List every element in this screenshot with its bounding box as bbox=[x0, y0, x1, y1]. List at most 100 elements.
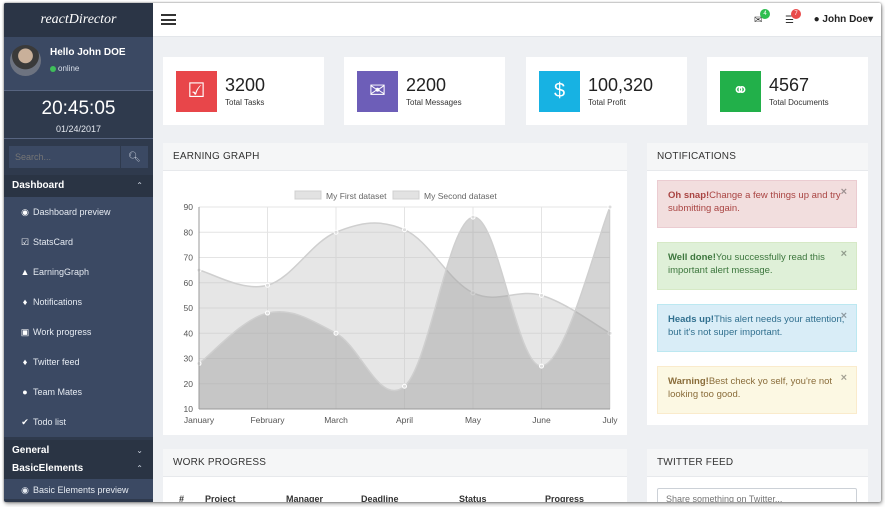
alert-info: Heads up!This alert needs your attention… bbox=[657, 304, 857, 352]
sidebar-item-label: StatsCard bbox=[33, 237, 74, 247]
x-tick-label: March bbox=[324, 415, 348, 425]
menu-toggle-icon[interactable] bbox=[161, 14, 176, 25]
user-panel: Hello John DOE online bbox=[4, 37, 153, 90]
close-icon[interactable]: × bbox=[841, 372, 847, 385]
y-tick-label: 20 bbox=[184, 379, 194, 389]
y-tick-label: 30 bbox=[184, 354, 194, 364]
sidebar-item-todo-list[interactable]: ✔ Todo list bbox=[4, 407, 153, 437]
tasks-button[interactable]: ☰ 7 bbox=[785, 9, 801, 26]
data-point bbox=[265, 310, 270, 316]
column-header[interactable]: Deadline bbox=[361, 494, 399, 502]
app-window: reactDirector Hello John DOE online 20:4… bbox=[4, 3, 881, 502]
online-dot-icon bbox=[50, 66, 56, 72]
alert-danger: Oh snap!Change a few things up and try s… bbox=[657, 180, 857, 228]
sidebar-item-dashboard-preview[interactable]: ◉ Dashboard preview bbox=[4, 197, 153, 227]
search-input[interactable] bbox=[9, 146, 120, 168]
column-header[interactable]: Status bbox=[459, 494, 487, 502]
x-tick-label: June bbox=[532, 415, 551, 425]
column-header[interactable]: Project bbox=[205, 494, 236, 502]
stat-card-tasks: ☑ 3200 Total Tasks bbox=[163, 57, 324, 125]
area-chart-icon: ▲ bbox=[20, 267, 30, 277]
chevron-up-icon: ⌃ bbox=[136, 464, 143, 473]
sidebar-item-label: Notifications bbox=[33, 297, 83, 307]
x-tick-label: July bbox=[602, 415, 618, 425]
sidebar-section-dashboard[interactable]: Dashboard ⌃ bbox=[4, 175, 153, 197]
stat-value: 4567 bbox=[769, 75, 810, 95]
user-menu[interactable]: ● John Doe▾ bbox=[814, 14, 873, 25]
x-tick-label: January bbox=[184, 415, 215, 425]
close-icon[interactable]: × bbox=[841, 310, 847, 323]
clock-time: 20:45:05 bbox=[41, 98, 116, 119]
user-greeting: Hello John DOE bbox=[50, 47, 126, 58]
brand-title[interactable]: reactDirector bbox=[4, 3, 153, 37]
search-icon: 🔍︎ bbox=[128, 151, 141, 163]
data-point bbox=[607, 204, 613, 210]
close-icon[interactable]: × bbox=[841, 248, 847, 261]
envelope-icon: ✉ bbox=[357, 71, 398, 112]
mail-button[interactable]: ✉ 4 bbox=[754, 9, 770, 26]
data-point bbox=[265, 282, 270, 288]
user-menu-label: John Doe bbox=[822, 14, 868, 25]
data-point bbox=[333, 330, 339, 336]
panel-title: WORK PROGRESS bbox=[163, 449, 627, 477]
sidebar-item-label: Work progress bbox=[33, 327, 92, 337]
work-progress-panel: WORK PROGRESS # Project Manager Deadline… bbox=[163, 449, 627, 502]
panel-title: TWITTER FEED bbox=[647, 449, 868, 477]
column-header[interactable]: # bbox=[179, 494, 184, 502]
alert-warning: Warning!Best check yo self, you're not l… bbox=[657, 366, 857, 414]
legend-label: My First dataset bbox=[326, 191, 387, 201]
sidebar-item-label: Todo list bbox=[33, 417, 67, 427]
alert-title: Heads up! bbox=[668, 314, 714, 325]
check-icon: ✔ bbox=[21, 417, 29, 427]
user-status: online bbox=[50, 64, 79, 73]
y-tick-label: 80 bbox=[184, 227, 194, 237]
user-icon: ● bbox=[813, 14, 820, 25]
twitter-icon: ♦ bbox=[22, 357, 28, 367]
paperclip-icon: ⚭ bbox=[720, 71, 761, 112]
sidebar-section-basic-elements[interactable]: BasicElements ⌃ bbox=[4, 459, 153, 479]
stat-card-documents: ⚭ 4567 Total Documents bbox=[707, 57, 868, 125]
topbar: ✉ 4 ☰ 7 ● John Doe▾ bbox=[153, 3, 881, 37]
eye-icon: ◉ bbox=[21, 485, 29, 495]
check-square-icon: ☑ bbox=[176, 71, 217, 112]
y-tick-label: 50 bbox=[184, 303, 194, 313]
stat-value: 100,320 bbox=[588, 75, 654, 95]
legend-swatch bbox=[392, 190, 420, 200]
user-status-label: online bbox=[58, 64, 80, 73]
y-tick-label: 40 bbox=[184, 328, 194, 338]
column-header[interactable]: Manager bbox=[286, 494, 323, 502]
sidebar-section-general[interactable]: General ⌄ bbox=[4, 437, 153, 459]
tweet-input[interactable] bbox=[657, 488, 857, 502]
bell-icon: ♦ bbox=[22, 297, 28, 307]
alert-title: Warning! bbox=[668, 376, 709, 387]
stat-card-profit: $ 100,320 Total Profit bbox=[526, 57, 687, 125]
sidebar: reactDirector Hello John DOE online 20:4… bbox=[4, 3, 153, 502]
sidebar-item-label: Basic Elements preview bbox=[33, 485, 129, 495]
alert-success: Well done!You successfully read this imp… bbox=[657, 242, 857, 290]
sidebar-item-basic-elements-preview[interactable]: ◉ Basic Elements preview bbox=[4, 479, 153, 499]
stat-label: Total Messages bbox=[406, 98, 462, 107]
close-icon[interactable]: × bbox=[841, 186, 847, 199]
avatar[interactable] bbox=[10, 45, 41, 76]
data-point bbox=[333, 229, 339, 235]
mail-badge: 4 bbox=[760, 9, 770, 19]
sidebar-item-twitter-feed[interactable]: ♦ Twitter feed bbox=[4, 347, 153, 377]
y-tick-label: 60 bbox=[184, 278, 194, 288]
sidebar-item-statscard[interactable]: ☑ StatsCard bbox=[4, 227, 153, 257]
search-button[interactable]: 🔍︎ bbox=[120, 146, 148, 168]
x-tick-label: February bbox=[250, 415, 285, 425]
sidebar-item-earninggraph[interactable]: ▲ EarningGraph bbox=[4, 257, 153, 287]
sidebar-item-team-mates[interactable]: ● Team Mates bbox=[4, 377, 153, 407]
earning-chart: 10 20 30 40 50 60 70 80 90 January February March Ap… bbox=[184, 190, 618, 425]
eye-icon: ◉ bbox=[21, 207, 29, 217]
stat-label: Total Tasks bbox=[225, 98, 265, 107]
caret-down-icon: ▾ bbox=[867, 14, 873, 25]
legend-swatch bbox=[294, 190, 322, 200]
x-tick-label: April bbox=[396, 415, 413, 425]
column-header[interactable]: Progress bbox=[545, 494, 584, 502]
sidebar-item-work-progress[interactable]: ▣ Work progress bbox=[4, 317, 153, 347]
sidebar-item-notifications[interactable]: ♦ Notifications bbox=[4, 287, 153, 317]
tasks-badge: 7 bbox=[791, 9, 801, 19]
alert-title: Oh snap! bbox=[668, 190, 710, 201]
clock-panel: 20:45:05 01/24/2017 bbox=[4, 90, 153, 139]
